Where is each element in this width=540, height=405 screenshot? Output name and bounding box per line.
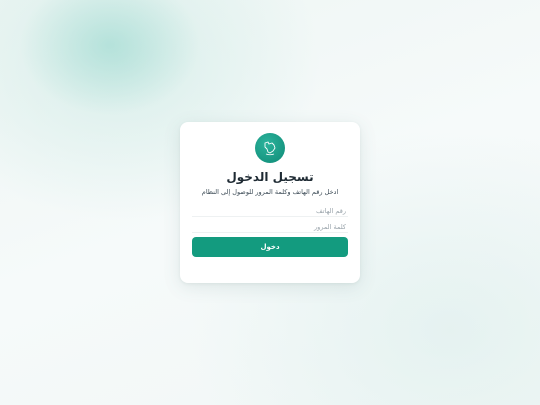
login-button[interactable]: دخول <box>192 237 348 257</box>
login-subtitle: ادخل رقم الهاتف وكلمة المرور للوصول إلى … <box>201 188 339 196</box>
page-title: تسجيل الدخول <box>226 170 314 184</box>
saudi-map-logo-icon <box>255 133 285 163</box>
login-card: تسجيل الدخول ادخل رقم الهاتف وكلمة المرو… <box>180 122 360 283</box>
phone-input[interactable] <box>192 206 348 217</box>
password-input[interactable] <box>192 222 348 233</box>
